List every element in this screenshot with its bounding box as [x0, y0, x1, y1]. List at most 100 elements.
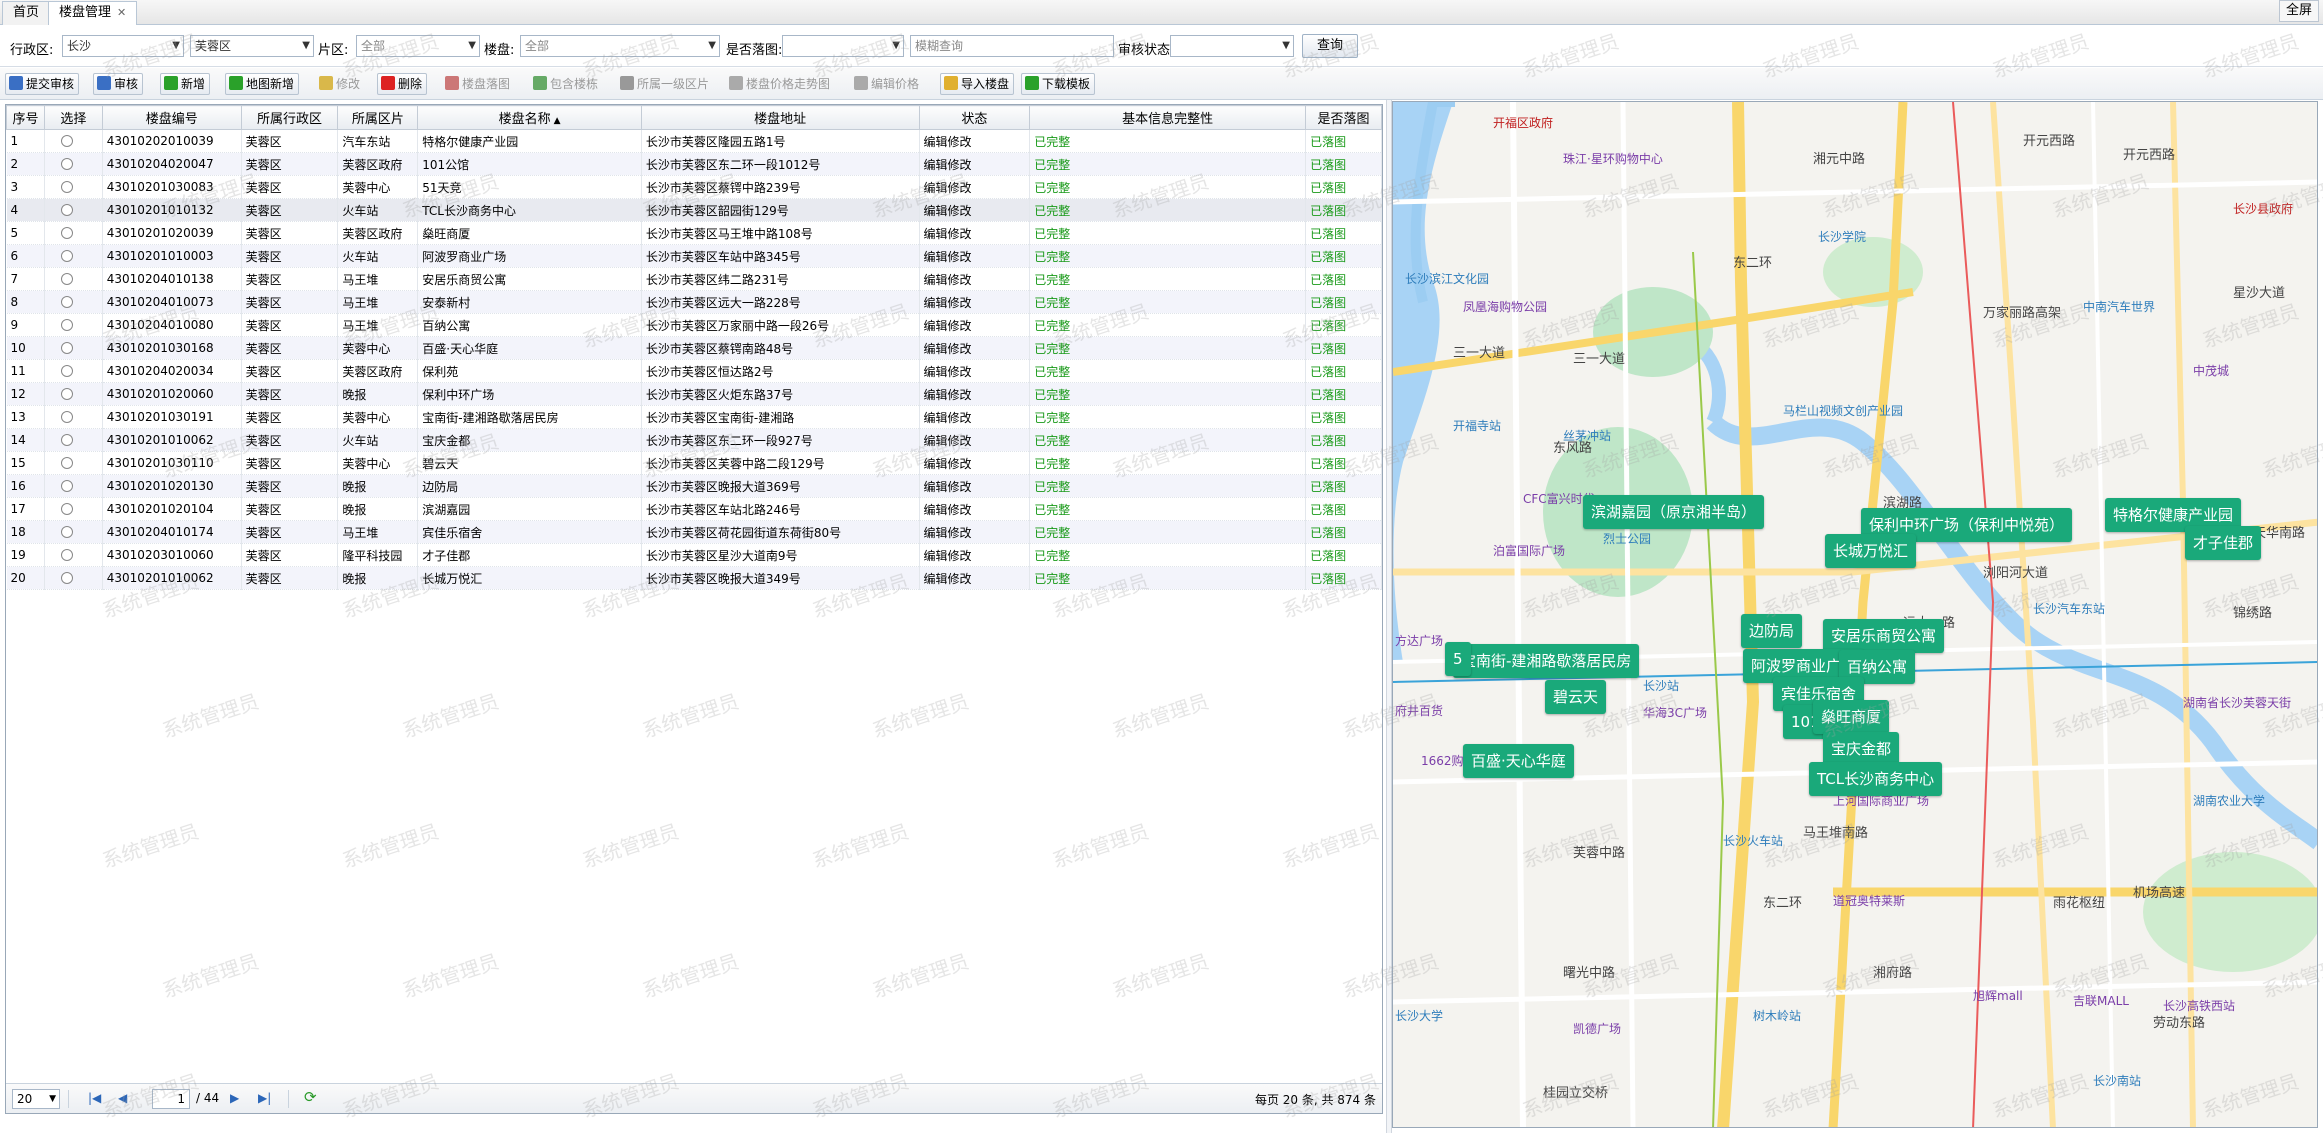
column-header-3[interactable]: 所属行政区: [240, 105, 339, 130]
row-select-cell[interactable]: [44, 244, 103, 268]
row-select-cell[interactable]: [44, 336, 103, 360]
toolbar-button-12[interactable]: 下载模板: [1021, 73, 1096, 95]
page-size-select[interactable]: 20 ▼: [12, 1089, 60, 1109]
map-marker[interactable]: 安居乐商贸公寓: [1823, 619, 1945, 653]
row-select-radio[interactable]: [60, 480, 73, 492]
row-select-cell[interactable]: [44, 405, 103, 429]
toolbar-button-7[interactable]: 包含楼栋: [529, 73, 603, 95]
fullscreen-button[interactable]: 全屏: [2278, 0, 2319, 22]
row-select-radio[interactable]: [60, 503, 73, 515]
table-row[interactable]: 2 43010204020047 芙蓉区 芙蓉区政府 101公馆 长沙市芙蓉区东二环一段1…: [6, 152, 1382, 176]
column-header-8[interactable]: 基本信息完整性: [1029, 105, 1307, 130]
table-row[interactable]: 15 43010201030110 芙蓉区 芙蓉中心 碧云天 长沙市芙蓉区芙蓉中路二段12…: [6, 451, 1382, 475]
map-panel[interactable]: 开福区政府 珠江·星环购物中心 湘元中路 开元西路 开元西路 长沙县政府 长沙学院 长沙滨江文…: [1392, 101, 2318, 1128]
row-select-cell[interactable]: [44, 267, 103, 291]
row-select-radio[interactable]: [60, 526, 73, 538]
table-row[interactable]: 14 43010201010062 芙蓉区 火车站 宝庆金都 长沙市芙蓉区东二环一段927…: [6, 428, 1382, 452]
row-select-radio[interactable]: [60, 411, 73, 423]
query-button[interactable]: 查询: [1302, 34, 1359, 58]
row-select-radio[interactable]: [60, 135, 73, 147]
map-marker[interactable]: 5: [1445, 642, 1471, 676]
page-number-input[interactable]: 1: [152, 1089, 190, 1109]
row-select-cell[interactable]: [44, 152, 103, 176]
table-row[interactable]: 8 43010204010073 芙蓉区 马王堆 安泰新村 长沙市芙蓉区远大一路228号编…: [6, 290, 1382, 314]
map-marker[interactable]: 滨湖嘉园（原京湘半岛）: [1583, 495, 1765, 529]
table-row[interactable]: 16 43010201020130 芙蓉区 晚报 边防局 长沙市芙蓉区晚报大道369号 编辑…: [6, 474, 1382, 498]
last-page-icon[interactable]: ▶|: [258, 1091, 271, 1105]
table-row[interactable]: 19 43010203010060 芙蓉区 隆平科技园 才子佳郡 长沙市芙蓉区星沙大道南9…: [6, 543, 1382, 567]
row-select-cell[interactable]: [44, 474, 103, 498]
row-select-radio[interactable]: [60, 158, 73, 170]
table-row[interactable]: 20 43010201010062 芙蓉区 晚报 长城万悦汇 长沙市芙蓉区晚报大道349号…: [6, 566, 1382, 590]
row-select-radio[interactable]: [60, 342, 73, 354]
table-row[interactable]: 1 43010202010039 芙蓉区 汽车东站 特格尔健康产业园 长沙市芙蓉区隆园五路…: [6, 129, 1382, 153]
fallen-select[interactable]: ▼: [782, 35, 904, 57]
row-select-radio[interactable]: [60, 319, 73, 331]
column-header-7[interactable]: 状态: [918, 105, 1031, 130]
refresh-icon[interactable]: ⟳: [304, 1088, 317, 1106]
row-select-cell[interactable]: [44, 359, 103, 383]
tab-home[interactable]: 首页: [2, 1, 51, 25]
table-row[interactable]: 13 43010201030191 芙蓉区 芙蓉中心 宝南街-建湘路歇落居民房 长沙市芙蓉…: [6, 405, 1382, 429]
table-row[interactable]: 9 43010204010080 芙蓉区 马王堆 百纳公寓 长沙市芙蓉区万家丽中路一段26…: [6, 313, 1382, 337]
table-row[interactable]: 4 43010201010132 芙蓉区 火车站 TCL长沙商务中心 长沙市芙蓉区韶园街1…: [6, 198, 1382, 222]
city-select[interactable]: 长沙 ▼: [62, 35, 184, 57]
toolbar-button-6[interactable]: 楼盘落图: [441, 73, 515, 95]
row-select-cell[interactable]: [44, 175, 103, 199]
row-select-cell[interactable]: [44, 520, 103, 544]
row-select-radio[interactable]: [60, 250, 73, 262]
row-select-radio[interactable]: [60, 572, 73, 584]
row-select-cell[interactable]: [44, 382, 103, 406]
map-marker[interactable]: 长城万悦汇: [1825, 534, 1917, 568]
row-select-cell[interactable]: [44, 497, 103, 521]
column-header-5[interactable]: 楼盘名称 ▲: [417, 105, 642, 130]
table-row[interactable]: 12 43010201020060 芙蓉区 晚报 保利中环广场 长沙市芙蓉区火炬东路37号…: [6, 382, 1382, 406]
toolbar-button-4[interactable]: 修改: [315, 73, 365, 95]
table-row[interactable]: 10 43010201030168 芙蓉区 芙蓉中心 百盛·天心华庭 长沙市芙蓉区蔡锷南路…: [6, 336, 1382, 360]
column-header-6[interactable]: 楼盘地址: [640, 105, 920, 130]
row-select-radio[interactable]: [60, 204, 73, 216]
next-page-icon[interactable]: ▶: [230, 1091, 239, 1105]
table-row[interactable]: 17 43010201020104 芙蓉区 晚报 滨湖嘉园 长沙市芙蓉区车站北路246号编…: [6, 497, 1382, 521]
row-select-cell[interactable]: [44, 198, 103, 222]
row-select-cell[interactable]: [44, 129, 103, 153]
row-select-cell[interactable]: [44, 290, 103, 314]
map-marker[interactable]: 碧云天: [1545, 680, 1607, 714]
row-select-radio[interactable]: [60, 181, 73, 193]
toolbar-button-5[interactable]: 删除: [377, 73, 428, 95]
row-select-radio[interactable]: [60, 365, 73, 377]
row-select-radio[interactable]: [60, 273, 73, 285]
district-select[interactable]: 芙蓉区 ▼: [190, 35, 314, 57]
table-row[interactable]: 11 43010204020034 芙蓉区 芙蓉区政府 保利苑 长沙市芙蓉区恒达路2号 编辑…: [6, 359, 1382, 383]
column-header-0[interactable]: 序号: [6, 105, 45, 130]
map-marker[interactable]: 宝南街-建湘路歇落居民房: [1453, 644, 1640, 678]
toolbar-button-9[interactable]: 楼盘价格走势图: [725, 73, 835, 95]
map-marker[interactable]: 燊旺商厦: [1813, 700, 1890, 734]
row-select-radio[interactable]: [60, 227, 73, 239]
column-header-1[interactable]: 选择: [43, 105, 103, 130]
table-row[interactable]: 18 43010204010174 芙蓉区 马王堆 宾佳乐宿舍 长沙市芙蓉区荷花园街道东荷…: [6, 520, 1382, 544]
toolbar-button-10[interactable]: 编辑价格: [850, 73, 924, 95]
table-row[interactable]: 7 43010204010138 芙蓉区 马王堆 安居乐商贸公寓 长沙市芙蓉区纬二路231…: [6, 267, 1382, 291]
row-select-cell[interactable]: [44, 221, 103, 245]
tab-estate-management[interactable]: 楼盘管理 ✕: [48, 1, 138, 26]
row-select-radio[interactable]: [60, 457, 73, 469]
column-header-4[interactable]: 所属区片: [337, 105, 419, 130]
row-select-radio[interactable]: [60, 296, 73, 308]
area-select[interactable]: 全部 ▼: [356, 35, 480, 57]
first-page-icon[interactable]: |◀: [88, 1091, 101, 1105]
map-marker[interactable]: 边防局: [1741, 614, 1803, 648]
audit-select[interactable]: ▼: [1170, 35, 1294, 57]
estate-select[interactable]: 全部 ▼: [520, 35, 720, 57]
table-row[interactable]: 3 43010201030083 芙蓉区 芙蓉中心 51天竞 长沙市芙蓉区蔡锷中路239号…: [6, 175, 1382, 199]
toolbar-button-3[interactable]: 地图新增: [225, 73, 300, 95]
fuzzy-search-input[interactable]: 模糊查询: [910, 35, 1114, 57]
table-row[interactable]: 5 43010201020039 芙蓉区 芙蓉区政府 燊旺商厦 长沙市芙蓉区马王堆中路10…: [6, 221, 1382, 245]
column-header-9[interactable]: 是否落图: [1305, 105, 1382, 130]
map-marker[interactable]: 宝庆金都: [1823, 732, 1900, 766]
toolbar-button-2[interactable]: 新增: [160, 73, 211, 95]
toolbar-button-8[interactable]: 所属一级区片: [616, 73, 714, 95]
toolbar-button-11[interactable]: 导入楼盘: [940, 73, 1015, 95]
row-select-radio[interactable]: [60, 388, 73, 400]
map-marker[interactable]: 百盛·天心华庭: [1463, 744, 1574, 778]
